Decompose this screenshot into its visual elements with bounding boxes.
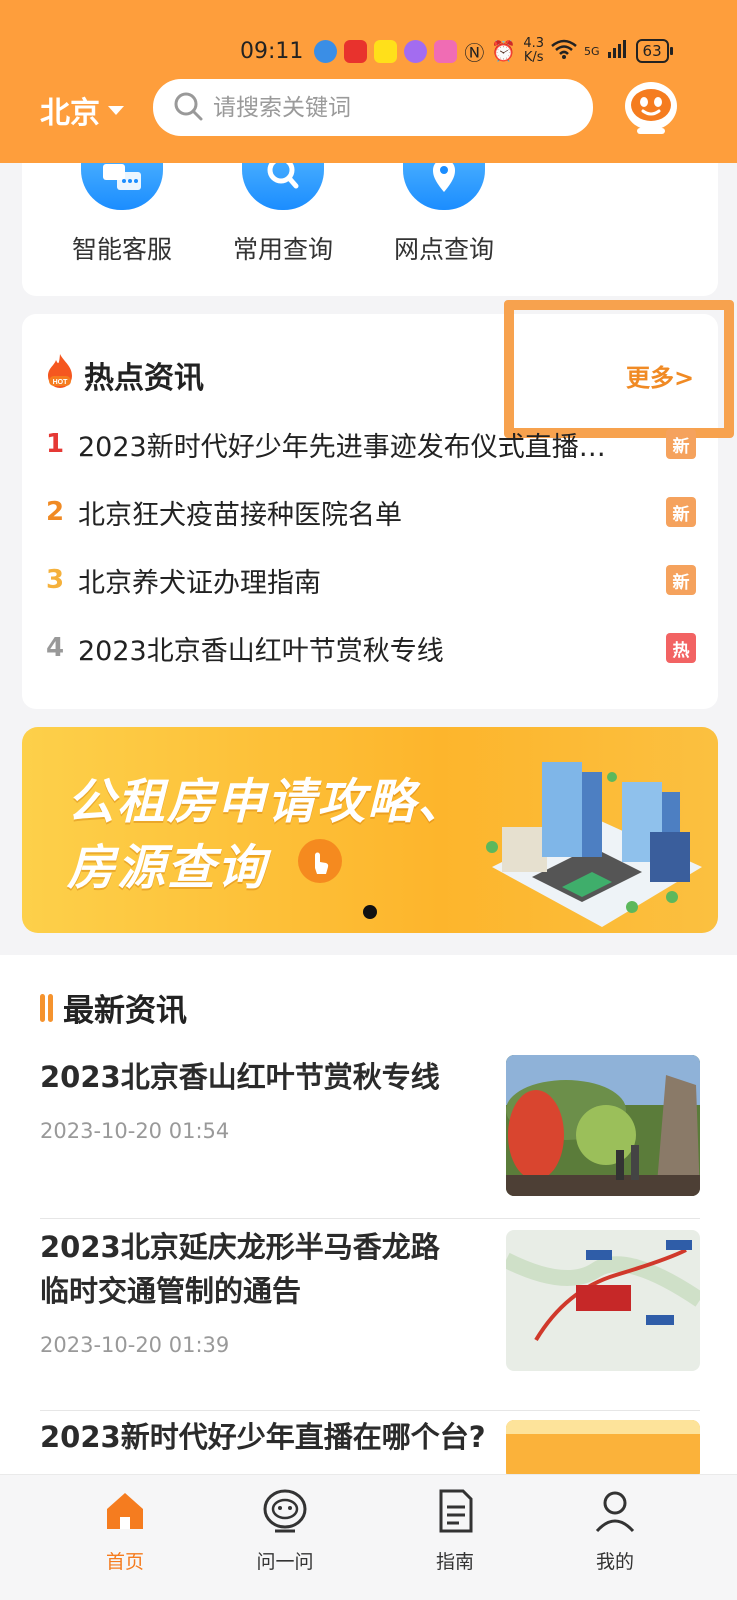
tab-label: 首页 <box>105 1551 144 1573</box>
hot-news-item[interactable]: 1 2023新时代好少年先进事迹发布仪式直播… 新 <box>46 424 696 464</box>
carousel-indicator[interactable] <box>363 905 377 919</box>
tab-home[interactable]: 首页 <box>65 1487 185 1574</box>
service-label: 智能客服 <box>71 235 172 264</box>
tab-ask[interactable]: 问一问 <box>225 1487 345 1574</box>
banner-line-1: 公租房申请攻略、 <box>67 774 468 830</box>
home-icon <box>101 1487 149 1535</box>
rank-number: 3 <box>46 565 65 595</box>
news-thumbnail <box>506 1055 700 1196</box>
tab-label: 问一问 <box>256 1551 314 1573</box>
net-speed-value: 4.3 <box>523 36 544 51</box>
net-speed: 4.3 K/s <box>523 37 544 65</box>
divider <box>40 1410 700 1411</box>
search-bar[interactable] <box>153 79 593 136</box>
robot-icon <box>261 1487 309 1535</box>
banner-text: 公租房申请攻略、 房源查询 <box>67 769 467 901</box>
app-notification-icon <box>404 39 428 63</box>
service-item-branch-query[interactable]: 网点查询 <box>364 150 524 266</box>
hot-news-card: HOT 热点资讯 更多> 1 2023新时代好少年先进事迹发布仪式直播… 新 2… <box>22 300 734 709</box>
hot-news-text: 北京养犬证办理指南 <box>78 567 321 599</box>
more-link[interactable]: 更多> <box>626 358 694 393</box>
search-icon <box>173 91 203 125</box>
chevron-down-icon <box>108 105 124 115</box>
service-item-common-query[interactable]: 常用查询 <box>203 150 363 266</box>
app-notification-icon <box>374 39 398 63</box>
signal-bars-icon <box>607 39 629 64</box>
hot-news-text: 2023北京香山红叶节赏秋专线 <box>78 635 444 667</box>
fire-hot-icon: HOT <box>44 352 76 398</box>
latest-news-section: 最新资讯 2023北京香山红叶节赏秋专线 2023-10-20 01:54 20… <box>0 955 737 1480</box>
city-selector[interactable]: 北京 <box>40 88 124 132</box>
highlight-box <box>504 300 734 438</box>
promo-banner[interactable]: 公租房申请攻略、 房源查询 <box>22 727 718 933</box>
new-badge: 新 <box>666 565 696 595</box>
tap-hand-icon <box>297 835 343 901</box>
alarm-icon: ⏰ <box>491 39 517 63</box>
hot-news-title: 热点资讯 <box>84 361 204 396</box>
rank-number: 4 <box>46 633 65 663</box>
latest-news-header: 最新资讯 <box>40 985 187 1030</box>
news-title: 2023北京香山红叶节赏秋专线 <box>40 1060 440 1094</box>
city-label: 北京 <box>40 96 100 131</box>
app-notification-icon <box>314 39 338 63</box>
service-label: 网点查询 <box>393 235 494 264</box>
hot-news-header: HOT 热点资讯 <box>44 352 204 398</box>
rank-number: 2 <box>46 497 65 527</box>
hot-news-item[interactable]: 2 北京狂犬疫苗接种医院名单 新 <box>46 492 696 532</box>
signal-label: 5G <box>584 44 600 58</box>
robot-mascot-icon[interactable] <box>621 78 681 136</box>
tab-label: 我的 <box>595 1551 634 1573</box>
svg-text:HOT: HOT <box>53 379 69 386</box>
news-title: 2023北京延庆龙形半马香龙路临时交通管制的通告 <box>40 1230 440 1308</box>
rank-number: 1 <box>46 429 65 459</box>
battery-indicator: 63 <box>635 39 673 63</box>
hot-news-text: 2023新时代好少年先进事迹发布仪式直播… <box>78 431 606 463</box>
status-time: 09:11 <box>240 38 304 64</box>
search-input[interactable] <box>213 94 553 121</box>
app-notification-icon <box>434 39 458 63</box>
divider <box>40 1218 700 1219</box>
hot-news-text: 北京狂犬疫苗接种医院名单 <box>78 499 402 531</box>
hot-news-item[interactable]: 4 2023北京香山红叶节赏秋专线 热 <box>46 628 696 668</box>
news-title: 2023新时代好少年直播在哪个台? <box>40 1420 486 1454</box>
city-illustration-icon <box>486 762 702 927</box>
news-thumbnail <box>506 1230 700 1371</box>
news-item[interactable]: 2023北京香山红叶节赏秋专线 2023-10-20 01:54 <box>40 1055 700 1196</box>
app-header: 09:11 Ⓝ ⏰ 4.3 K/s 5G 63 北京 <box>0 0 737 163</box>
user-icon <box>591 1487 639 1535</box>
new-badge: 新 <box>666 429 696 459</box>
tab-mine[interactable]: 我的 <box>555 1487 675 1574</box>
news-item[interactable]: 2023新时代好少年直播在哪个台? <box>40 1415 700 1480</box>
news-item[interactable]: 2023北京延庆龙形半马香龙路临时交通管制的通告 2023-10-20 01:3… <box>40 1225 700 1371</box>
nfc-icon: Ⓝ <box>464 40 485 65</box>
new-badge: 新 <box>666 497 696 527</box>
banner-line-2: 房源查询 <box>67 840 268 896</box>
news-thumbnail <box>506 1420 700 1480</box>
wifi-icon <box>551 39 577 64</box>
tab-label: 指南 <box>435 1551 474 1573</box>
document-icon <box>431 1487 479 1535</box>
hot-news-item[interactable]: 3 北京养犬证办理指南 新 <box>46 560 696 600</box>
bottom-tab-bar: 首页 问一问 指南 我的 <box>0 1474 737 1600</box>
net-speed-unit: K/s <box>523 50 544 65</box>
service-shortcuts-card: 智能客服 常用查询 网点查询 <box>22 150 718 296</box>
tab-guide[interactable]: 指南 <box>395 1487 515 1574</box>
status-bar: 09:11 Ⓝ ⏰ 4.3 K/s 5G 63 <box>240 36 693 66</box>
service-label: 常用查询 <box>232 235 333 264</box>
hot-badge: 热 <box>666 633 696 663</box>
section-marker-icon <box>40 993 53 1022</box>
latest-news-title: 最新资讯 <box>63 993 187 1029</box>
service-item-customer-service[interactable]: 智能客服 <box>42 150 202 266</box>
app-notification-icon <box>344 39 368 63</box>
